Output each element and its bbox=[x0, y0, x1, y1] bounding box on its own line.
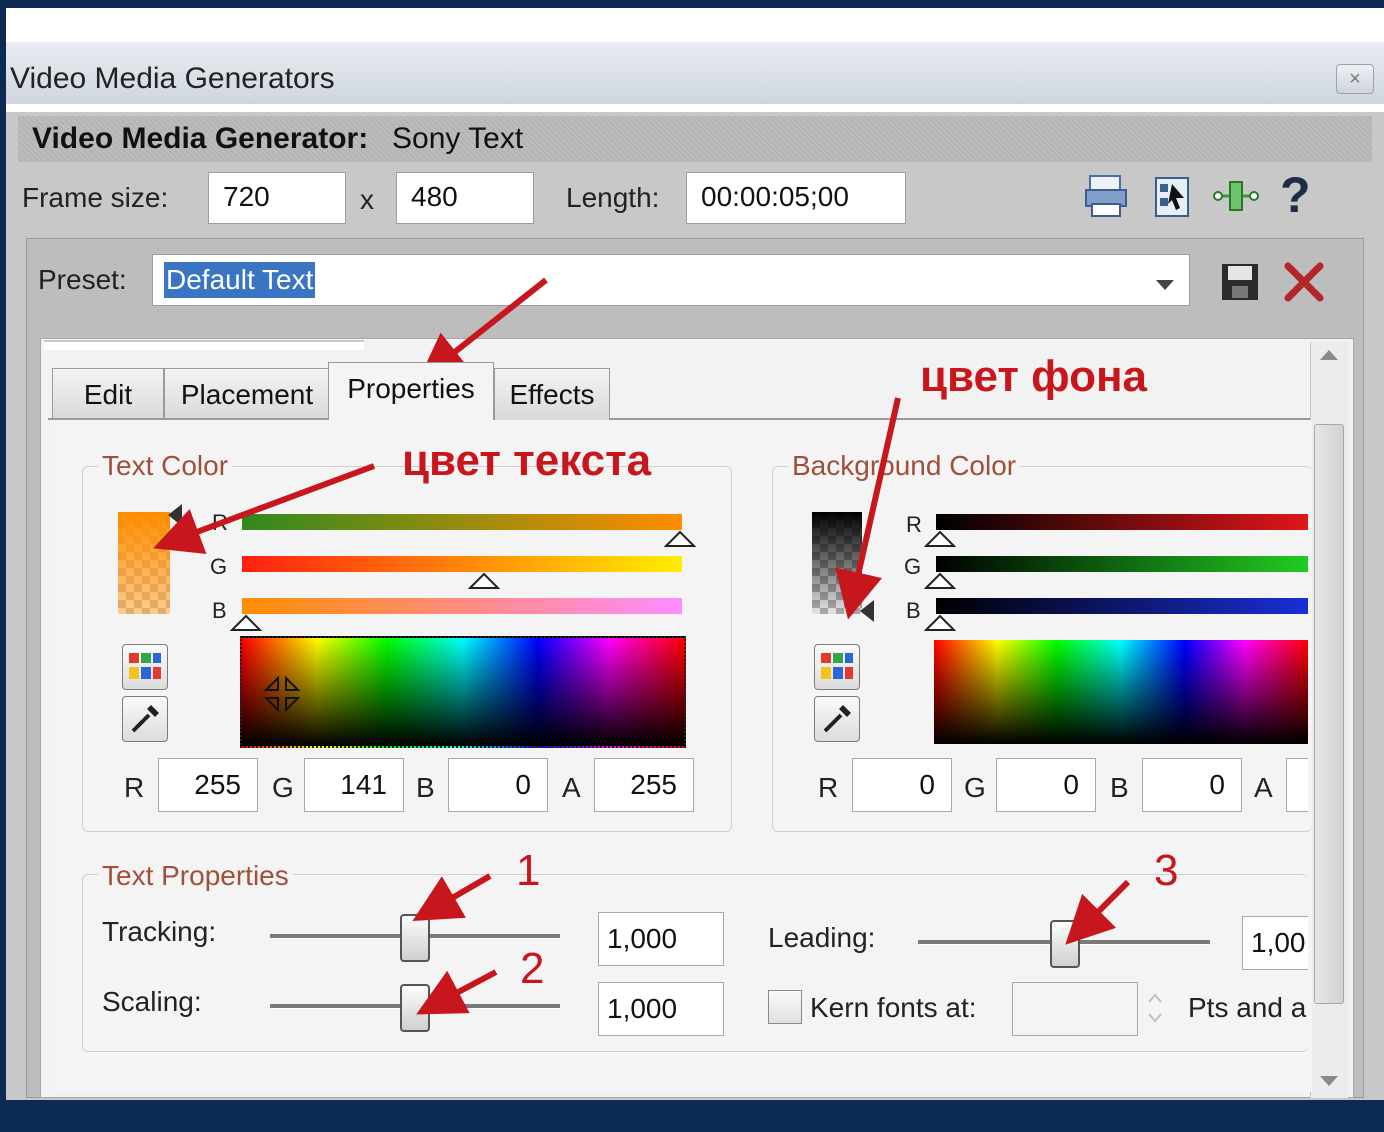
annotation-number-1: 1 bbox=[516, 846, 541, 895]
film-icon[interactable] bbox=[1152, 174, 1196, 220]
tracking-thumb[interactable] bbox=[400, 914, 430, 962]
bg-g-field[interactable]: 0 bbox=[996, 758, 1096, 812]
length-field[interactable]: 00:00:05;00 bbox=[686, 172, 906, 224]
kern-label: Kern fonts at: bbox=[810, 992, 977, 1023]
frame-size-label: Frame size: bbox=[22, 182, 169, 213]
leading-field[interactable]: 1,00 bbox=[1242, 916, 1308, 970]
generator-name: Sony Text bbox=[392, 122, 524, 155]
tab-effects[interactable]: Effects bbox=[494, 368, 610, 420]
bg-b-label: B bbox=[1110, 772, 1129, 803]
bg-r-slider[interactable] bbox=[936, 514, 1308, 530]
text-color-swatch[interactable] bbox=[118, 512, 170, 614]
text-g-marker-icon[interactable] bbox=[468, 572, 500, 590]
tracking-label: Tracking: bbox=[102, 916, 217, 947]
bg-r-field[interactable]: 0 bbox=[852, 758, 952, 812]
frame-width-field[interactable]: 720 bbox=[208, 172, 346, 224]
tab-properties[interactable]: Properties bbox=[328, 362, 494, 420]
scaling-label: Scaling: bbox=[102, 986, 202, 1017]
close-button[interactable]: × bbox=[1336, 64, 1374, 94]
scaling-thumb[interactable] bbox=[400, 984, 430, 1032]
bg-a-field[interactable] bbox=[1286, 758, 1308, 812]
bg-r-marker-icon[interactable] bbox=[924, 530, 956, 548]
text-b-label: B bbox=[416, 772, 435, 803]
frame-x-label: x bbox=[360, 184, 374, 215]
text-b-slider[interactable] bbox=[242, 598, 682, 614]
annotation-text-color: цвет текста bbox=[402, 436, 652, 485]
text-a-label: A bbox=[562, 772, 581, 803]
pts-label: Pts and a bbox=[1188, 992, 1307, 1023]
bg-r-channel-label: R bbox=[906, 512, 922, 537]
bg-g-marker-icon[interactable] bbox=[924, 572, 956, 590]
bg-palette-icon[interactable] bbox=[814, 644, 860, 690]
text-b-field[interactable]: 0 bbox=[448, 758, 548, 812]
text-r-slider[interactable] bbox=[242, 514, 682, 530]
kern-spinner[interactable] bbox=[1140, 982, 1170, 1034]
preset-value[interactable]: Default Text bbox=[164, 262, 316, 298]
text-g-channel-label: G bbox=[210, 554, 228, 579]
print-icon[interactable] bbox=[1084, 174, 1128, 220]
delete-icon[interactable] bbox=[1282, 260, 1326, 306]
scaling-field[interactable]: 1,000 bbox=[598, 982, 724, 1036]
bg-eyedropper-icon[interactable] bbox=[814, 696, 860, 742]
bg-g-slider[interactable] bbox=[936, 556, 1308, 572]
tab-edit[interactable]: Edit bbox=[52, 368, 164, 420]
tab-placement[interactable]: Placement bbox=[164, 368, 330, 420]
frame-height-field[interactable]: 480 bbox=[396, 172, 534, 224]
scroll-down-icon[interactable] bbox=[1320, 1076, 1338, 1086]
text-g-field[interactable]: 141 bbox=[304, 758, 404, 812]
keyframe-icon[interactable] bbox=[1212, 176, 1259, 222]
preset-label: Preset: bbox=[38, 264, 127, 295]
alpha-marker-icon[interactable] bbox=[168, 504, 182, 526]
kern-size-field[interactable] bbox=[1012, 982, 1138, 1036]
palette-icon[interactable] bbox=[122, 644, 168, 690]
crosshair-icon bbox=[263, 675, 301, 713]
bg-g-label: G bbox=[964, 772, 986, 803]
scroll-up-icon[interactable] bbox=[1320, 350, 1338, 360]
bg-a-label: A bbox=[1254, 772, 1273, 803]
bg-color-title: Background Color bbox=[788, 450, 1021, 482]
bg-b-slider[interactable] bbox=[936, 598, 1308, 614]
text-b-channel-label: B bbox=[212, 598, 227, 623]
length-label: Length: bbox=[566, 182, 660, 213]
text-a-field[interactable]: 255 bbox=[594, 758, 694, 812]
tracking-field[interactable]: 1,000 bbox=[598, 912, 724, 966]
text-g-label: G bbox=[272, 772, 294, 803]
scroll-thumb[interactable] bbox=[1314, 424, 1344, 1004]
annotation-number-3: 3 bbox=[1154, 846, 1179, 895]
content-strip bbox=[44, 340, 364, 350]
chevron-down-icon[interactable] bbox=[1156, 280, 1174, 290]
text-properties-title: Text Properties bbox=[98, 860, 293, 892]
eyedropper-icon[interactable] bbox=[122, 696, 168, 742]
text-r-marker-icon[interactable] bbox=[664, 530, 696, 548]
text-g-slider[interactable] bbox=[242, 556, 682, 572]
text-r-label: R bbox=[124, 772, 145, 803]
save-icon[interactable] bbox=[1218, 260, 1262, 306]
kern-checkbox[interactable] bbox=[768, 990, 802, 1024]
text-r-channel-label: R bbox=[212, 510, 228, 535]
annotation-bg-color: цвет фона bbox=[920, 352, 1148, 401]
bg-color-swatch[interactable] bbox=[812, 512, 862, 614]
text-b-marker-icon[interactable] bbox=[230, 614, 262, 632]
generator-label: Video Media Generator: bbox=[32, 122, 369, 155]
text-color-title: Text Color bbox=[98, 450, 233, 482]
bg-alpha-marker-icon[interactable] bbox=[860, 600, 874, 622]
bg-color-spectrum[interactable] bbox=[934, 640, 1308, 744]
bg-b-field[interactable]: 0 bbox=[1142, 758, 1242, 812]
leading-thumb[interactable] bbox=[1050, 920, 1080, 968]
bg-b-channel-label: B bbox=[906, 598, 921, 623]
bg-r-label: R bbox=[818, 772, 839, 803]
text-color-spectrum[interactable] bbox=[240, 636, 686, 748]
leading-label: Leading: bbox=[768, 922, 876, 953]
help-icon[interactable]: ? bbox=[1280, 166, 1311, 224]
bg-b-marker-icon[interactable] bbox=[924, 614, 956, 632]
annotation-number-2: 2 bbox=[520, 944, 545, 993]
window-title: Video Media Generators bbox=[10, 62, 335, 95]
bg-g-channel-label: G bbox=[904, 554, 922, 579]
text-r-field[interactable]: 255 bbox=[158, 758, 258, 812]
